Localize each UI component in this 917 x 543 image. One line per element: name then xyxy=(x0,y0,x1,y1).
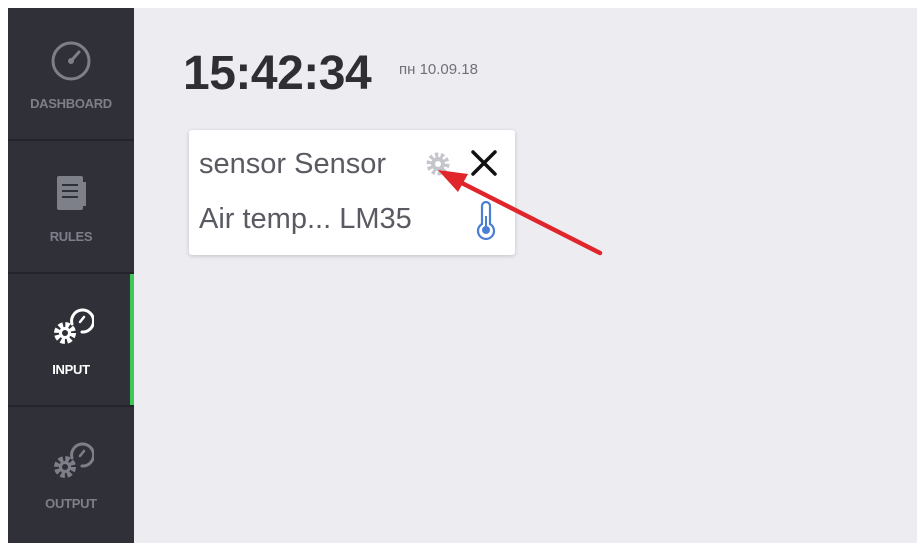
sidebar: DASHBOARD RULES INPUT OUTPUT xyxy=(8,8,134,543)
document-icon xyxy=(46,169,96,219)
sidebar-item-label: DASHBOARD xyxy=(30,96,112,111)
sidebar-item-label: OUTPUT xyxy=(45,496,97,511)
sensor-title: sensor Sensor xyxy=(199,148,386,180)
close-icon[interactable] xyxy=(467,146,501,180)
gear-gauge-icon xyxy=(46,302,96,352)
sensor-subtitle: Air temp... LM35 xyxy=(199,203,412,235)
active-indicator xyxy=(130,274,134,405)
app-frame: DASHBOARD RULES INPUT OUTPUT 15:42:34 пн… xyxy=(8,8,917,543)
sensor-card[interactable]: sensor Sensor Air temp... LM35 xyxy=(189,130,515,255)
gear-gauge-icon xyxy=(46,436,96,486)
sidebar-item-dashboard[interactable]: DASHBOARD xyxy=(8,8,134,141)
sidebar-item-output[interactable]: OUTPUT xyxy=(8,407,134,540)
sidebar-item-input[interactable]: INPUT xyxy=(8,274,134,407)
thermometer-icon xyxy=(474,200,498,241)
gear-icon[interactable] xyxy=(425,151,451,177)
sidebar-item-rules[interactable]: RULES xyxy=(8,141,134,274)
clock-date: пн 10.09.18 xyxy=(399,61,478,78)
clock-time: 15:42:34 xyxy=(183,47,372,100)
sidebar-item-label: INPUT xyxy=(52,362,90,377)
speedometer-icon xyxy=(46,36,96,86)
sidebar-item-label: RULES xyxy=(49,229,93,244)
